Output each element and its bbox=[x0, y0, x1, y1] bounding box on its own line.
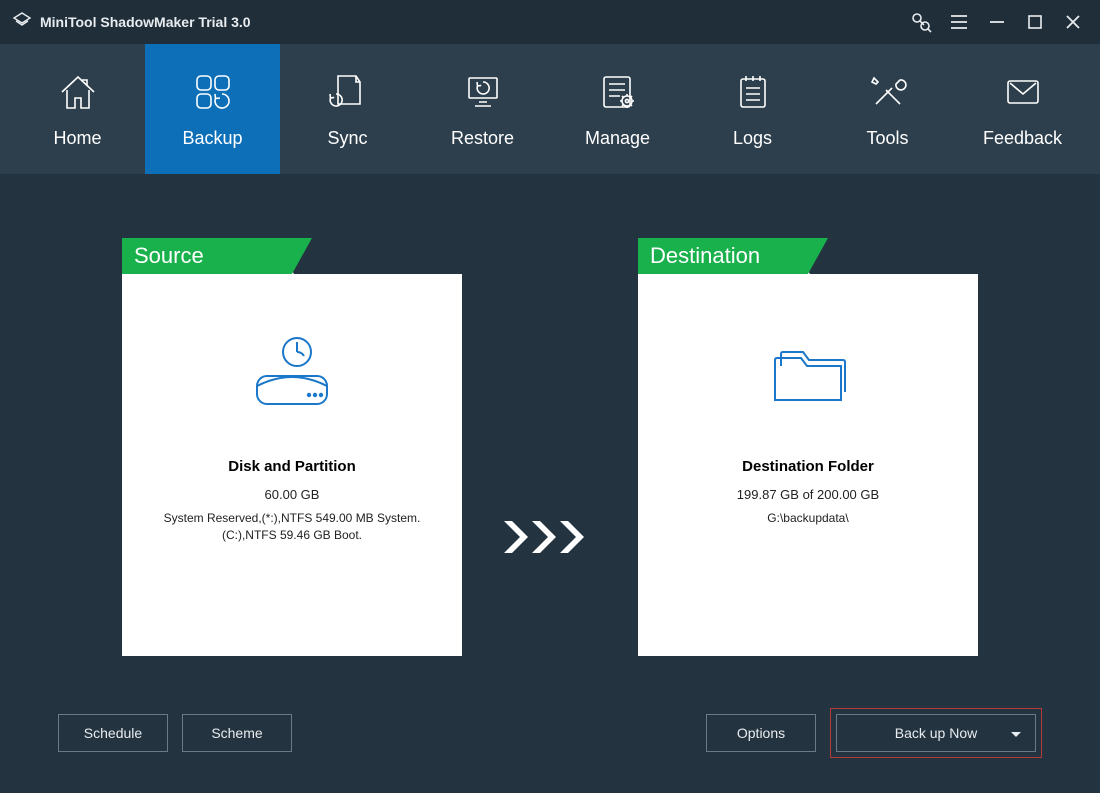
app-logo-icon bbox=[12, 12, 32, 32]
logs-icon bbox=[731, 70, 775, 114]
maximize-button[interactable] bbox=[1016, 0, 1054, 44]
chevron-down-icon bbox=[1011, 732, 1021, 737]
folder-icon bbox=[763, 334, 853, 414]
nav-label: Restore bbox=[451, 128, 514, 149]
nav-label: Tools bbox=[866, 128, 908, 149]
direction-arrows-icon bbox=[502, 517, 598, 557]
source-card[interactable]: Source Disk and Partition 60.00 GB Syste… bbox=[122, 238, 462, 656]
nav-label: Feedback bbox=[983, 128, 1062, 149]
search-icon[interactable] bbox=[902, 0, 940, 44]
nav-feedback[interactable]: Feedback bbox=[955, 44, 1090, 174]
tools-icon bbox=[866, 70, 910, 114]
nav-label: Logs bbox=[733, 128, 772, 149]
disk-icon bbox=[247, 334, 337, 414]
source-tab-header: Source bbox=[122, 238, 462, 274]
close-button[interactable] bbox=[1054, 0, 1092, 44]
scheme-button[interactable]: Scheme bbox=[182, 714, 292, 752]
nav-restore[interactable]: Restore bbox=[415, 44, 550, 174]
nav-label: Home bbox=[53, 128, 101, 149]
home-icon bbox=[56, 70, 100, 114]
nav-label: Manage bbox=[585, 128, 650, 149]
main-nav: Home Backup Sync Restore Manage bbox=[0, 44, 1100, 174]
restore-icon bbox=[461, 70, 505, 114]
destination-size: 199.87 GB of 200.00 GB bbox=[737, 487, 879, 502]
backup-icon bbox=[191, 70, 235, 114]
nav-home[interactable]: Home bbox=[10, 44, 145, 174]
source-details: System Reserved,(*:),NTFS 549.00 MB Syst… bbox=[122, 510, 462, 545]
menu-icon[interactable] bbox=[940, 0, 978, 44]
nav-backup[interactable]: Backup bbox=[145, 44, 280, 174]
content-area: Source Disk and Partition 60.00 GB Syste… bbox=[0, 174, 1100, 673]
app-title: MiniTool ShadowMaker Trial 3.0 bbox=[40, 14, 251, 30]
schedule-button[interactable]: Schedule bbox=[58, 714, 168, 752]
nav-logs[interactable]: Logs bbox=[685, 44, 820, 174]
sync-icon bbox=[326, 70, 370, 114]
feedback-icon bbox=[1001, 70, 1045, 114]
title-bar: MiniTool ShadowMaker Trial 3.0 bbox=[0, 0, 1100, 44]
destination-tab-header: Destination bbox=[638, 238, 978, 274]
backup-now-label: Back up Now bbox=[895, 725, 977, 741]
app-window: MiniTool ShadowMaker Trial 3.0 Home bbox=[0, 0, 1100, 793]
nav-sync[interactable]: Sync bbox=[280, 44, 415, 174]
backup-panels: Source Disk and Partition 60.00 GB Syste… bbox=[0, 238, 1100, 656]
source-size: 60.00 GB bbox=[265, 487, 320, 502]
options-button[interactable]: Options bbox=[706, 714, 816, 752]
destination-header-label: Destination bbox=[638, 238, 808, 274]
source-title: Disk and Partition bbox=[228, 458, 356, 475]
destination-title: Destination Folder bbox=[742, 458, 874, 475]
nav-label: Backup bbox=[182, 128, 242, 149]
nav-label: Sync bbox=[327, 128, 367, 149]
minimize-button[interactable] bbox=[978, 0, 1016, 44]
destination-card[interactable]: Destination Destination Folder 199.87 GB… bbox=[638, 238, 978, 656]
nav-manage[interactable]: Manage bbox=[550, 44, 685, 174]
nav-tools[interactable]: Tools bbox=[820, 44, 955, 174]
manage-icon bbox=[596, 70, 640, 114]
destination-path: G:\backupdata\ bbox=[749, 510, 866, 527]
source-header-label: Source bbox=[122, 238, 292, 274]
backup-now-button-frame: Back up Now bbox=[830, 708, 1042, 758]
footer-bar: Schedule Scheme Options Back up Now bbox=[0, 673, 1100, 793]
backup-now-button[interactable]: Back up Now bbox=[836, 714, 1036, 752]
